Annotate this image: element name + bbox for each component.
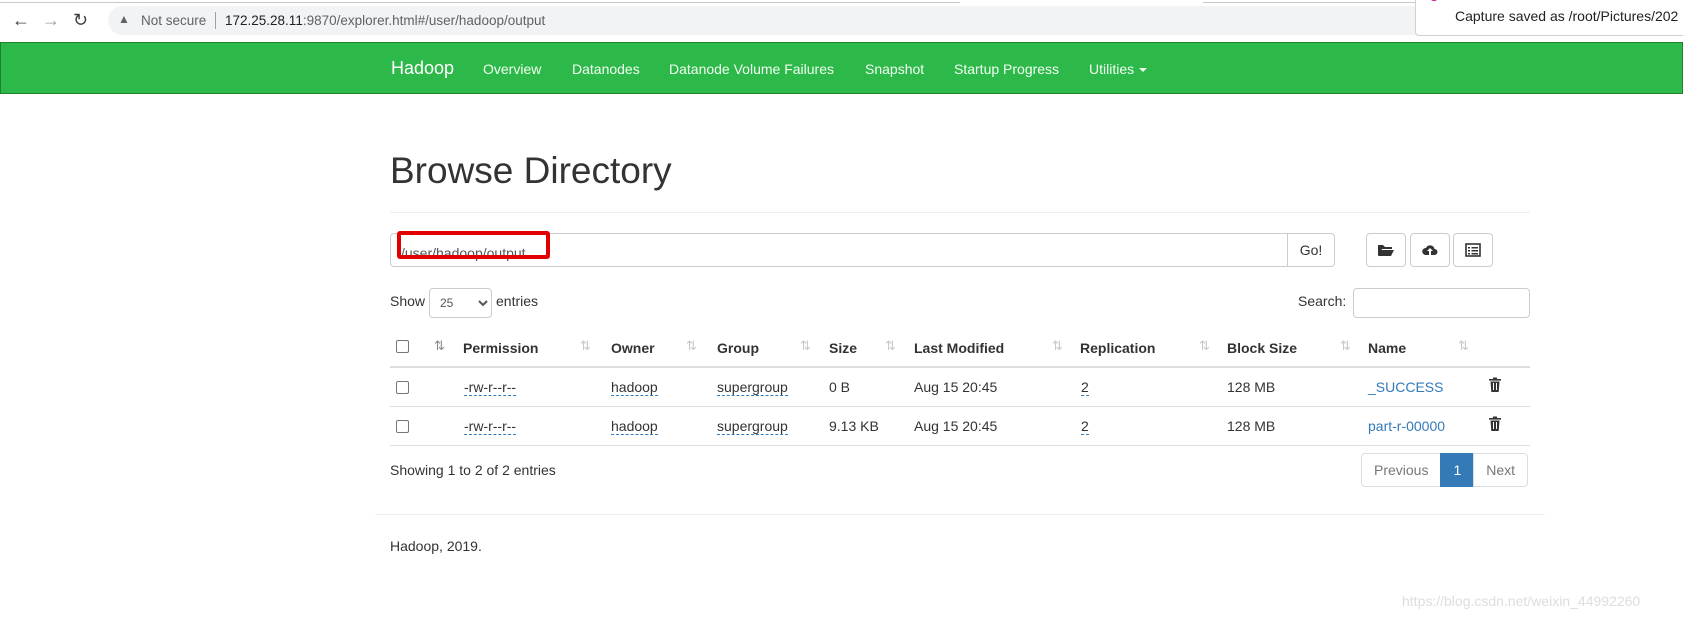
cut-paste-button[interactable] [1453, 233, 1493, 267]
trash-icon[interactable] [1488, 416, 1502, 432]
create-directory-button[interactable] [1366, 233, 1406, 267]
utilities-label: Utilities [1089, 61, 1135, 77]
list-alt-icon [1465, 243, 1481, 257]
sort-icon[interactable]: ⇅ [1052, 338, 1063, 354]
address-bar[interactable]: ▲ Not secure 172.25.28.11:9870/explorer.… [108, 6, 1453, 35]
upload-button[interactable] [1410, 233, 1450, 267]
size-cell: 0 B [829, 379, 851, 395]
owner-cell[interactable]: hadoop [611, 418, 658, 435]
search-label: Search: [1298, 293, 1347, 309]
hadoop-navbar: Hadoop Overview Datanodes Datanode Volum… [0, 42, 1683, 94]
column-size[interactable]: Size [829, 340, 857, 356]
sort-icon[interactable]: ⇅ [1458, 338, 1469, 354]
column-last-modified[interactable]: Last Modified [914, 340, 1004, 356]
sort-asc-icon[interactable]: ⇅ [434, 338, 445, 354]
sort-icon[interactable]: ⇅ [800, 338, 811, 354]
go-button[interactable]: Go! [1287, 233, 1335, 267]
show-label: Show [390, 293, 426, 309]
block-size-cell: 128 MB [1227, 418, 1276, 434]
table-summary: Showing 1 to 2 of 2 entries [390, 462, 556, 478]
sort-icon[interactable]: ⇅ [686, 338, 697, 354]
select-all-checkbox[interactable] [396, 340, 409, 353]
page-1-button[interactable]: 1 [1440, 453, 1475, 487]
watermark-text: https://blog.csdn.net/weixin_44992260 [1402, 593, 1641, 609]
back-arrow-icon[interactable]: ← [12, 10, 30, 30]
column-block-size[interactable]: Block Size [1227, 340, 1297, 356]
url-text[interactable]: 172.25.28.11:9870/explorer.html#/user/ha… [225, 13, 545, 28]
tab-strip-edge [1203, 0, 1433, 3]
notification-message: Capture saved as /root/Pictures/202 [1455, 8, 1679, 24]
warning-icon[interactable]: ▲ [118, 12, 130, 26]
folder-open-icon [1378, 245, 1394, 256]
footer-text: Hadoop, 2019. [390, 538, 482, 554]
column-replication[interactable]: Replication [1080, 340, 1155, 356]
table-row: -rw-r--r-- hadoop supergroup 9.13 KB Aug… [390, 407, 1530, 446]
column-owner[interactable]: Owner [611, 340, 655, 356]
reload-icon[interactable]: ↻ [73, 10, 88, 30]
address-divider [215, 12, 216, 29]
file-name-link[interactable]: _SUCCESS [1368, 379, 1443, 395]
trash-icon[interactable] [1488, 377, 1502, 393]
cloud-upload-icon [1422, 245, 1438, 255]
column-name[interactable]: Name [1368, 340, 1406, 356]
nav-item-snapshot[interactable]: Snapshot [865, 61, 924, 77]
nav-item-overview[interactable]: Overview [483, 61, 541, 77]
size-cell: 9.13 KB [829, 418, 879, 434]
pagination: Previous 1 Next [1361, 453, 1529, 487]
next-page-button[interactable]: Next [1473, 453, 1529, 487]
sort-icon[interactable]: ⇅ [580, 338, 591, 354]
directory-path-input[interactable] [390, 233, 1288, 267]
permission-cell[interactable]: -rw-r--r-- [464, 418, 517, 435]
modified-cell: Aug 15 20:45 [914, 418, 998, 434]
entries-label: entries [496, 293, 539, 309]
notification-app-icon [1429, 0, 1439, 1]
entries-per-page-select[interactable]: 25 [429, 288, 492, 318]
page-title: Browse Directory [390, 150, 672, 191]
browser-toolbar: ← → ↻ ▲ Not secure 172.25.28.11:9870/exp… [0, 0, 1683, 41]
sort-icon[interactable]: ⇅ [885, 338, 896, 354]
not-secure-label[interactable]: Not secure [141, 13, 206, 28]
caret-down-icon [1139, 68, 1148, 73]
url-path: :9870/explorer.html#/user/hadoop/output [302, 13, 546, 28]
nav-item-startup-progress[interactable]: Startup Progress [954, 61, 1059, 77]
sort-icon[interactable]: ⇅ [1340, 338, 1351, 354]
replication-cell[interactable]: 2 [1081, 379, 1089, 396]
tab-strip-edge [0, 0, 960, 3]
previous-page-button[interactable]: Previous [1361, 453, 1442, 487]
block-size-cell: 128 MB [1227, 379, 1276, 395]
search-input[interactable] [1353, 288, 1530, 318]
nav-item-volume-failures[interactable]: Datanode Volume Failures [669, 61, 834, 77]
owner-cell[interactable]: hadoop [611, 379, 658, 396]
replication-cell[interactable]: 2 [1081, 418, 1089, 435]
nav-item-utilities[interactable]: Utilities [1089, 61, 1148, 77]
group-cell[interactable]: supergroup [717, 379, 788, 396]
file-name-link[interactable]: part-r-00000 [1368, 418, 1445, 434]
forward-arrow-icon[interactable]: → [42, 10, 60, 30]
nav-item-datanodes[interactable]: Datanodes [572, 61, 640, 77]
row-checkbox[interactable] [396, 420, 409, 433]
group-cell[interactable]: supergroup [717, 418, 788, 435]
title-divider [390, 212, 1530, 213]
column-group[interactable]: Group [717, 340, 759, 356]
screenshot-notification[interactable]: Capture saved as /root/Pictures/202 [1415, 0, 1683, 36]
row-checkbox[interactable] [396, 381, 409, 394]
footer-divider [375, 514, 1545, 515]
column-permission[interactable]: Permission [463, 340, 538, 356]
table-row: -rw-r--r-- hadoop supergroup 0 B Aug 15 … [390, 368, 1530, 407]
sort-icon[interactable]: ⇅ [1199, 338, 1210, 354]
path-form: Go! [390, 231, 1335, 267]
modified-cell: Aug 15 20:45 [914, 379, 998, 395]
permission-cell[interactable]: -rw-r--r-- [464, 379, 517, 396]
table-header: ⇅ Permission ⇅ Owner ⇅ Group ⇅ Size ⇅ La… [390, 328, 1530, 368]
url-host: 172.25.28.11 [225, 13, 303, 28]
navbar-brand[interactable]: Hadoop [391, 58, 454, 79]
